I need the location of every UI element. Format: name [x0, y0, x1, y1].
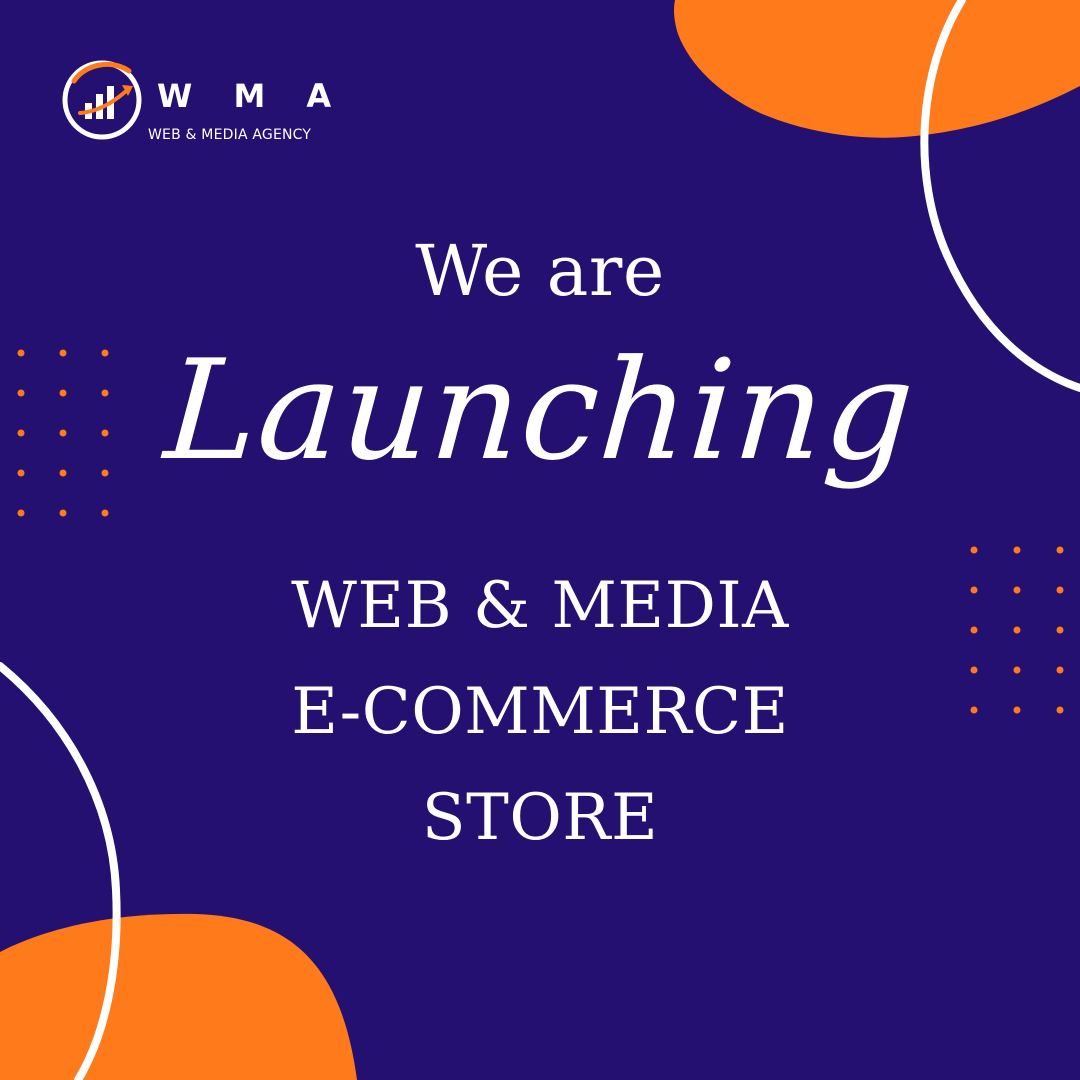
right-dot [1013, 546, 1021, 554]
brand-tagline: WEB & MEDIA AGENCY [148, 127, 312, 143]
launching-heading: Launching [160, 330, 920, 491]
right-dot [970, 666, 978, 674]
brand-logo [56, 54, 148, 146]
store-line-three: STORE [421, 781, 659, 855]
left-dot [17, 509, 25, 517]
bottom-left-orange-blob [0, 913, 357, 1080]
top-right-orange-blob [674, 0, 1080, 138]
background-decorations [0, 0, 1080, 1080]
brand-name: W M A [157, 77, 347, 115]
left-dot [101, 509, 109, 517]
store-line-one: WEB & MEDIA [291, 569, 789, 643]
left-dot [59, 509, 67, 517]
bar-chart-arrow-icon [62, 60, 142, 140]
right-dot [1056, 546, 1064, 554]
poster-canvas: W M A WEB & MEDIA AGENCY We are Launchin… [0, 0, 1080, 1080]
right-dot [1056, 666, 1064, 674]
store-line-two: E-COMMERCE [291, 675, 789, 749]
right-dot [970, 546, 978, 554]
intro-text: We are [415, 230, 665, 312]
right-dot [1013, 666, 1021, 674]
